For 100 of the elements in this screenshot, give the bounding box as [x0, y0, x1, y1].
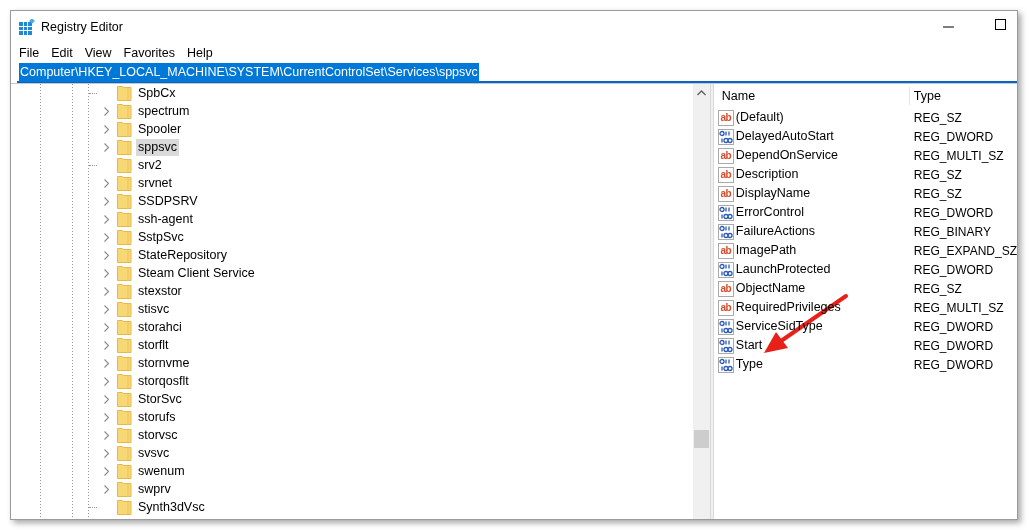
scrollbar[interactable] [692, 84, 710, 519]
value-type: REG_SZ [912, 280, 962, 298]
folder-icon [117, 229, 132, 245]
value-type: REG_DWORD [912, 318, 994, 336]
value-name[interactable]: ErrorControl [735, 203, 804, 222]
value-name[interactable]: DisplayName [735, 184, 811, 203]
folder-icon [117, 211, 132, 227]
value-type: REG_DWORD [912, 356, 994, 374]
folder-icon [117, 445, 132, 461]
menu-item[interactable]: File [13, 43, 46, 63]
string-value-icon: ab [717, 280, 734, 297]
address-bar[interactable]: Computer\HKEY_LOCAL_MACHINE\SYSTEM\CurrentControlSet\Services\sppsvc [17, 64, 1017, 83]
binary-value-icon [717, 128, 734, 145]
value-name[interactable]: Type [735, 355, 763, 374]
string-value-icon: ab [717, 185, 734, 202]
value-name[interactable]: FailureActions [735, 222, 816, 241]
column-header[interactable]: Type [909, 86, 1010, 106]
value-type: REG_DWORD [912, 337, 994, 355]
registry-app-icon [19, 19, 35, 35]
binary-value-icon [717, 223, 734, 240]
folder-icon [117, 391, 132, 407]
tree-item[interactable]: SpbCx [136, 84, 178, 102]
folder-icon [117, 355, 132, 371]
value-type: REG_MULTI_SZ [912, 299, 1004, 317]
tree-item[interactable]: Synth3dVsc [136, 498, 207, 516]
tree-item[interactable]: sppsvc [136, 138, 179, 156]
maximize-icon[interactable] [995, 18, 1006, 30]
tree-item[interactable]: svsvc [136, 444, 172, 462]
value-name[interactable]: LaunchProtected [735, 260, 831, 279]
folder-icon [117, 85, 132, 101]
tree-item[interactable]: storufs [136, 408, 178, 426]
tree-item[interactable]: ssh-agent [136, 210, 195, 228]
value-name[interactable]: ObjectName [735, 279, 806, 298]
tree-item[interactable]: SSDPSRV [136, 192, 200, 210]
binary-value-icon [717, 337, 734, 354]
value-name[interactable]: DependOnService [735, 146, 838, 165]
tree-item[interactable]: Spooler [136, 120, 184, 138]
tree-item[interactable]: storahci [136, 318, 184, 336]
string-value-icon: ab [717, 147, 734, 164]
value-type: REG_DWORD [912, 261, 994, 279]
column-header[interactable]: Name [717, 86, 910, 106]
folder-icon [117, 247, 132, 263]
value-name[interactable]: Start [735, 336, 763, 355]
folder-icon [117, 175, 132, 191]
binary-value-icon [717, 318, 734, 335]
menu-item[interactable]: Favorites [117, 43, 181, 63]
tree-item[interactable]: stisvc [136, 300, 172, 318]
value-type: REG_SZ [912, 166, 962, 184]
string-value-icon: ab [717, 299, 734, 316]
tree-item[interactable]: storqosflt [136, 372, 191, 390]
folder-icon [117, 409, 132, 425]
folder-icon [117, 319, 132, 335]
tree-item[interactable]: StorSvc [136, 390, 184, 408]
tree-item[interactable]: spectrum [136, 102, 192, 120]
string-value-icon: ab [717, 166, 734, 183]
value-type: REG_DWORD [912, 204, 994, 222]
value-name[interactable]: Description [735, 165, 799, 184]
binary-value-icon [717, 261, 734, 278]
tree-item[interactable]: srv2 [136, 156, 164, 174]
folder-icon [117, 121, 132, 137]
window-title: Registry Editor [41, 18, 123, 36]
tree-item[interactable]: swprv [136, 480, 173, 498]
value-name[interactable]: ImagePath [735, 241, 797, 260]
value-type: REG_BINARY [912, 223, 991, 241]
folder-icon [117, 499, 132, 515]
value-type: REG_EXPAND_SZ [912, 242, 1017, 260]
tree-item[interactable]: stornvme [136, 354, 192, 372]
folder-icon [117, 283, 132, 299]
tree-item[interactable]: SstpSvc [136, 228, 186, 246]
menu-item[interactable]: View [78, 43, 118, 63]
value-type: REG_DWORD [912, 128, 994, 146]
value-name[interactable]: (Default) [735, 108, 784, 127]
folder-icon [117, 463, 132, 479]
binary-value-icon [717, 356, 734, 373]
tree-item[interactable]: srvnet [136, 174, 175, 192]
folder-icon [117, 427, 132, 443]
scroll-up-icon[interactable] [696, 90, 706, 96]
scrollbar-thumb[interactable] [693, 430, 709, 448]
tree-item[interactable]: Steam Client Service [136, 264, 257, 282]
folder-icon [117, 103, 132, 119]
tree-item[interactable]: storflt [136, 336, 171, 354]
value-type: REG_MULTI_SZ [912, 147, 1004, 165]
tree-item[interactable]: swenum [136, 462, 187, 480]
value-type: REG_SZ [912, 109, 962, 127]
folder-icon [117, 139, 132, 155]
menu-item[interactable]: Help [181, 43, 219, 63]
folder-icon [117, 373, 132, 389]
string-value-icon: ab [717, 242, 734, 259]
folder-icon [117, 481, 132, 497]
value-type: REG_SZ [912, 185, 962, 203]
menu-item[interactable]: Edit [45, 43, 79, 63]
tree-item[interactable]: StateRepository [136, 246, 229, 264]
folder-icon [117, 265, 132, 281]
tree-item[interactable]: stexstor [136, 282, 184, 300]
tree-item[interactable]: storvsc [136, 426, 180, 444]
binary-value-icon [717, 204, 734, 221]
folder-icon [117, 157, 132, 173]
string-value-icon: ab [717, 109, 734, 126]
value-name[interactable]: DelayedAutoStart [735, 127, 834, 146]
folder-icon [117, 301, 132, 317]
